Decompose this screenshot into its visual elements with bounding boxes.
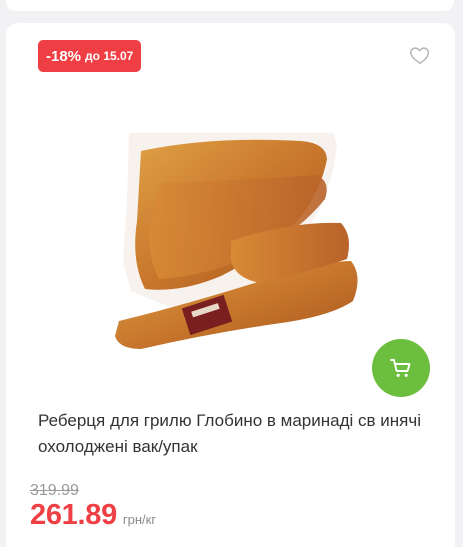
discount-until: до 15.07 [85,49,134,63]
discount-percent: -18% [46,47,82,65]
favorite-button[interactable] [409,44,431,66]
discount-badge: -18% до 15.07 [38,40,142,72]
old-price: 319.99 [30,482,79,499]
price-row: 261.89 грн/кг [30,499,156,532]
cart-icon [390,359,411,377]
product-title[interactable]: Реберця для грилю Глобино в маринаді св … [38,408,430,460]
heart-outline-icon [410,47,430,64]
add-to-cart-button[interactable] [372,339,430,397]
product-card[interactable]: -18% до 15.07 Реберця для грилю Глобино … [6,23,455,547]
price-unit: грн/кг [122,512,157,527]
current-price: 261.89 [30,499,117,531]
product-image[interactable] [101,111,371,381]
previous-card-edge [6,0,454,11]
